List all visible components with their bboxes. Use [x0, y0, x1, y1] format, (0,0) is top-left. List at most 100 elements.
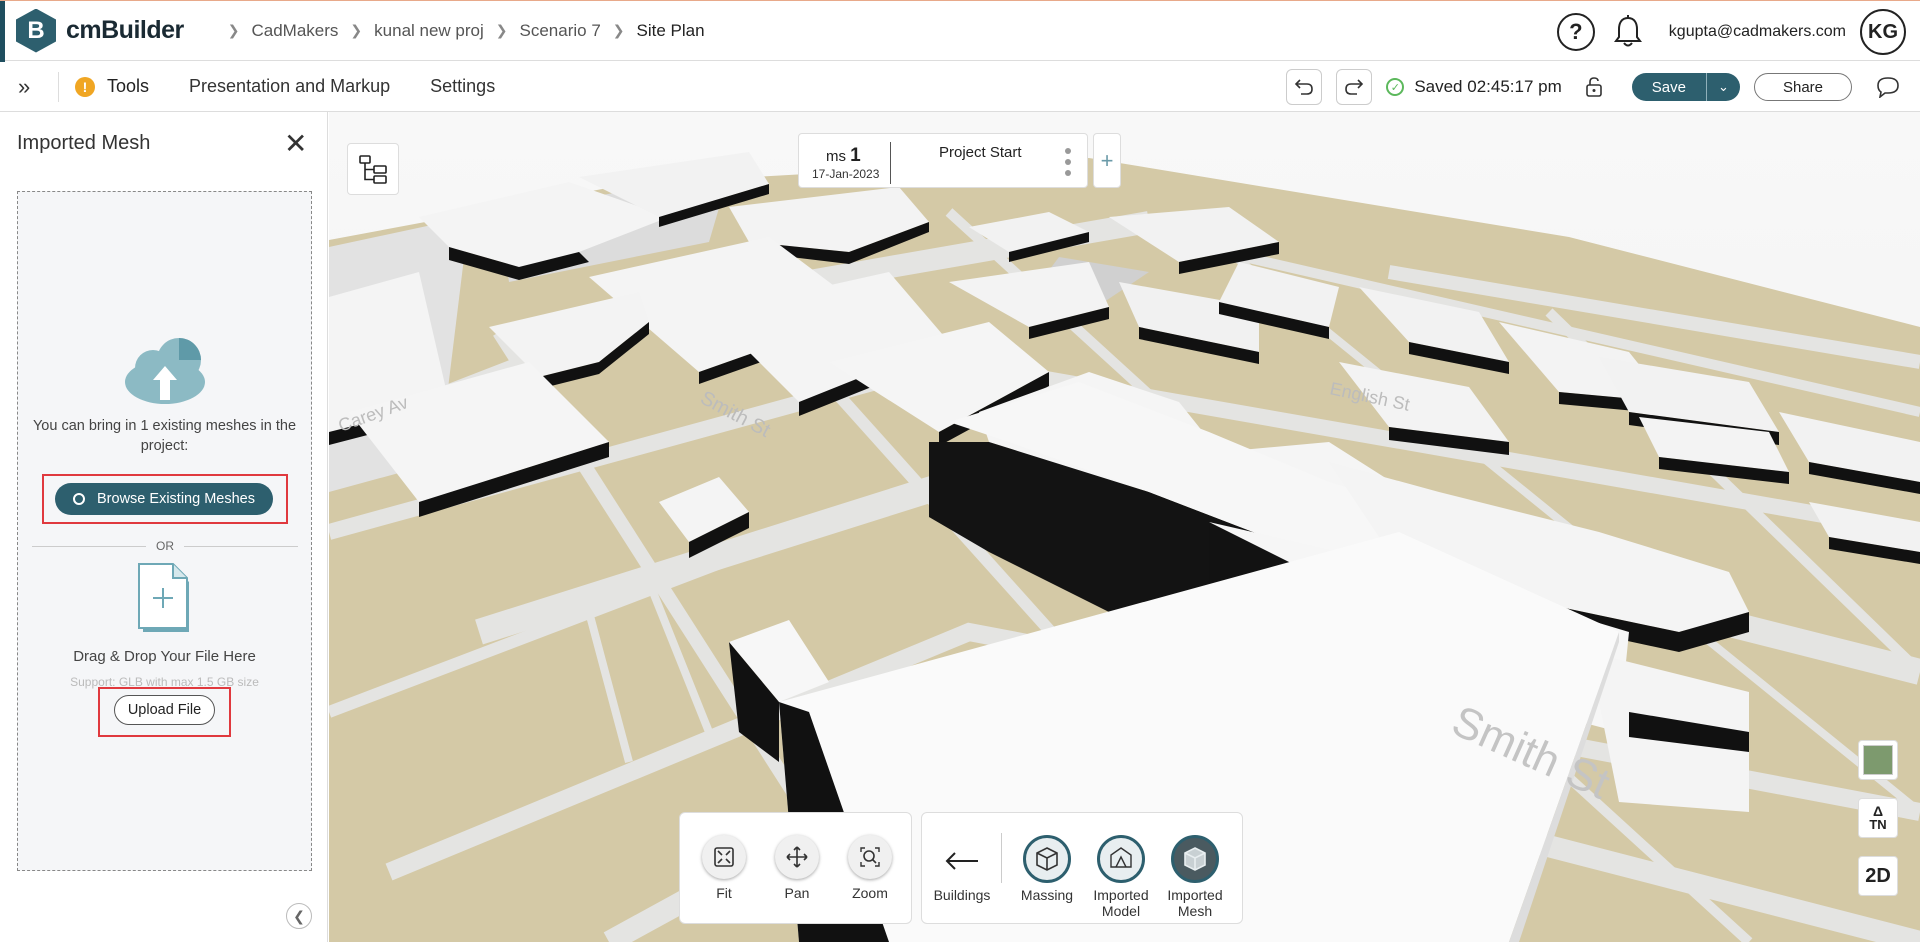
milestone-divider	[890, 142, 891, 184]
chevron-right-icon: ❯	[227, 22, 240, 38]
layer-massing[interactable]: Massing	[1015, 835, 1079, 903]
milestone-number: 1	[850, 145, 861, 166]
highlight-browse	[42, 474, 288, 524]
chevron-left-icon: ❮	[293, 907, 305, 924]
file-add-icon	[138, 563, 189, 632]
warning-icon: !	[75, 76, 95, 97]
breadcrumb-item-org[interactable]: CadMakers	[252, 21, 339, 41]
main-toolbar: » ! Tools Presentation and Markup Settin…	[0, 62, 1920, 112]
save-status-text: Saved 02:45:17 pm	[1414, 77, 1562, 96]
or-divider: OR	[32, 539, 298, 553]
pan-tool[interactable]: Pan	[767, 835, 827, 901]
breadcrumb-item-scenario[interactable]: Scenario 7	[520, 21, 601, 41]
share-button[interactable]: Share	[1753, 73, 1852, 101]
chevron-down-icon: ⌄	[1718, 79, 1729, 94]
zoom-label: Zoom	[852, 885, 888, 901]
zoom-icon	[848, 835, 892, 879]
layer-imported-model[interactable]: Imported Model	[1089, 835, 1153, 919]
drag-drop-text: Drag & Drop Your File Here	[73, 648, 256, 665]
bell-icon[interactable]	[1609, 13, 1647, 51]
cloud-upload-icon	[125, 338, 205, 404]
save-status: ✓ Saved 02:45:17 pm	[1386, 77, 1562, 97]
breadcrumb-item-current: Site Plan	[636, 20, 705, 40]
basemap-toggle-button[interactable]	[1858, 740, 1898, 780]
add-milestone-button[interactable]: +	[1093, 133, 1121, 188]
fit-tool[interactable]: Fit	[694, 835, 754, 901]
toolbar-divider	[58, 71, 59, 102]
save-split-button: Save ⌄	[1631, 73, 1740, 101]
highlight-upload	[98, 687, 231, 737]
help-button[interactable]: ?	[1556, 13, 1595, 51]
plus-icon: +	[1100, 147, 1114, 173]
avatar[interactable]: KG	[1860, 9, 1906, 55]
unlock-button[interactable]	[1576, 69, 1612, 105]
massing-label: Massing	[1020, 887, 1074, 903]
file-dropzone[interactable]: You can bring in 1 existing meshes in th…	[17, 191, 312, 871]
app-logo[interactable]: B cmBuilder	[16, 8, 184, 53]
collapse-panel-button[interactable]: ❮	[286, 903, 312, 929]
undo-icon	[1295, 79, 1314, 95]
top-bar: B cmBuilder ❯ CadMakers ❯ kunal new proj…	[0, 0, 1920, 62]
tools-label: Tools	[107, 76, 150, 96]
milestone-id: ms 1	[826, 145, 861, 167]
settings-menu[interactable]: Settings	[430, 76, 495, 97]
app-name: cmBuilder	[66, 16, 184, 44]
model-icon	[1097, 835, 1145, 883]
more-vertical-icon[interactable]	[1065, 148, 1071, 181]
logo-hex-icon: B	[16, 8, 56, 53]
3d-viewport[interactable]: Smith St Smith St English St Carey Av ms…	[329, 112, 1920, 942]
buildings-label: Buildings	[933, 887, 991, 903]
imported-mesh-panel: Imported Mesh ✕ You can bring in 1 exist…	[0, 112, 328, 942]
imported-model-label: Imported Model	[1093, 887, 1149, 919]
tools-menu[interactable]: ! Tools	[75, 76, 149, 97]
or-label: OR	[156, 539, 174, 553]
chevron-right-icon: ❯	[612, 22, 625, 38]
comment-icon	[1877, 77, 1899, 98]
chevron-right-icon: ❯	[350, 22, 363, 38]
view-mode-toggle[interactable]: 2D	[1858, 856, 1898, 896]
true-north-button[interactable]: Δ TN	[1858, 798, 1898, 838]
user-email[interactable]: kgupta@cadmakers.com	[1669, 23, 1846, 41]
check-circle-icon: ✓	[1386, 78, 1405, 96]
panel-title: Imported Mesh	[17, 132, 151, 154]
hierarchy-icon	[359, 155, 387, 184]
north-arrow-icon: Δ	[1872, 802, 1884, 819]
zoom-tool[interactable]: Zoom	[840, 835, 900, 901]
mesh-icon	[1171, 835, 1219, 883]
pan-label: Pan	[784, 885, 810, 901]
cube-icon	[1023, 835, 1071, 883]
close-icon[interactable]: ✕	[284, 130, 307, 158]
header-actions: ? kgupta@cadmakers.com KG	[1556, 9, 1906, 55]
milestone-date: 17-Jan-2023	[812, 167, 880, 181]
expand-sidebar-icon[interactable]: »	[18, 74, 42, 100]
navigation-tools: Fit Pan Zoom	[679, 812, 912, 924]
toolbar-actions: ✓ Saved 02:45:17 pm Save ⌄ Share	[1272, 69, 1906, 105]
layer-divider	[1001, 833, 1002, 883]
fit-icon	[702, 835, 746, 879]
top-accent-stripe	[0, 1, 5, 62]
breadcrumb-item-project[interactable]: kunal new proj	[374, 21, 484, 41]
chevron-right-icon: ❯	[495, 22, 508, 38]
mesh-hint-text: You can bring in 1 existing meshes in th…	[32, 418, 297, 454]
back-to-buildings-button[interactable]: Buildings	[930, 835, 994, 903]
true-north-label: TN	[1869, 816, 1887, 832]
unlock-icon	[1585, 77, 1602, 97]
save-dropdown-button[interactable]: ⌄	[1705, 73, 1740, 101]
layer-tools: Buildings Massing Imported Model Importe…	[921, 812, 1243, 924]
fit-label: Fit	[716, 885, 732, 901]
scene-tree-button[interactable]	[347, 143, 399, 195]
redo-button[interactable]	[1336, 69, 1373, 105]
satellite-thumbnail-icon	[1863, 745, 1893, 775]
redo-icon	[1345, 79, 1364, 95]
arrow-left-icon	[930, 835, 994, 887]
undo-button[interactable]	[1286, 69, 1323, 105]
imported-mesh-label: Imported Mesh	[1167, 887, 1223, 919]
comment-button[interactable]	[1870, 69, 1906, 105]
milestone-prefix: ms	[826, 148, 846, 165]
pan-icon	[775, 835, 819, 879]
layer-imported-mesh[interactable]: Imported Mesh	[1163, 835, 1227, 919]
milestone-card[interactable]: ms 1 17-Jan-2023 Project Start	[798, 133, 1088, 188]
breadcrumb: ❯ CadMakers ❯ kunal new proj ❯ Scenario …	[216, 21, 705, 41]
presentation-markup-menu[interactable]: Presentation and Markup	[189, 76, 390, 97]
save-button[interactable]: Save	[1631, 73, 1706, 101]
